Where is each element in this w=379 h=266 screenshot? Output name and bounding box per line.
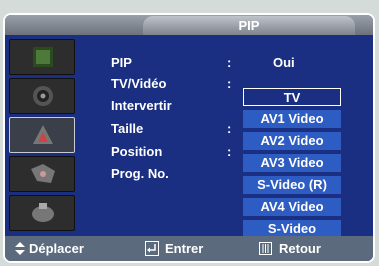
move-hint: Déplacer bbox=[29, 241, 84, 256]
separator-colon: : bbox=[227, 121, 232, 136]
menu-item-intervertir[interactable]: Intervertir bbox=[111, 98, 172, 113]
option-av1-video[interactable]: AV1 Video bbox=[243, 110, 341, 128]
separator-colon: : bbox=[227, 144, 232, 159]
menu-item-tv-video[interactable]: TV/Vidéo bbox=[111, 76, 166, 91]
separator-colon: : bbox=[227, 76, 232, 91]
option-tv[interactable]: TV bbox=[243, 88, 341, 106]
return-hint: Retour bbox=[279, 241, 321, 256]
menu-item-taille[interactable]: Taille bbox=[111, 121, 143, 136]
up-down-arrow-icon bbox=[15, 242, 25, 255]
sound-icon[interactable] bbox=[9, 78, 75, 114]
input-icon[interactable] bbox=[9, 195, 75, 231]
separator-colon: : bbox=[227, 55, 232, 70]
enter-icon bbox=[145, 241, 159, 256]
category-icon-column bbox=[9, 39, 75, 232]
menu-item-pip[interactable]: PIP bbox=[111, 55, 132, 70]
menu-header: PIP bbox=[5, 15, 373, 35]
footer-bar: Déplacer Entrer Retour bbox=[5, 236, 373, 261]
option-av4-video[interactable]: AV4 Video bbox=[243, 198, 341, 216]
source-dropdown: TV AV1 Video AV2 Video AV3 Video S-Video… bbox=[237, 88, 347, 246]
menu-item-position[interactable]: Position bbox=[111, 144, 162, 159]
setup-icon[interactable] bbox=[9, 156, 75, 192]
pip-value: Oui bbox=[273, 55, 295, 70]
option-av3-video[interactable]: AV3 Video bbox=[243, 154, 341, 172]
tv-osd-screen: PIP PIP TV/Vidéo Intervertir Taille Posi… bbox=[0, 0, 379, 266]
enter-hint: Entrer bbox=[165, 241, 204, 256]
menu-title: PIP bbox=[143, 16, 355, 35]
option-av2-video[interactable]: AV2 Video bbox=[243, 132, 341, 150]
menu-item-prog-no[interactable]: Prog. No. bbox=[111, 166, 169, 181]
picture-icon[interactable] bbox=[9, 39, 75, 75]
menu-icon bbox=[259, 242, 272, 255]
option-s-video-r[interactable]: S-Video (R) bbox=[243, 176, 341, 194]
pip-menu-panel: PIP PIP TV/Vidéo Intervertir Taille Posi… bbox=[3, 13, 375, 263]
channel-icon[interactable] bbox=[9, 117, 75, 153]
